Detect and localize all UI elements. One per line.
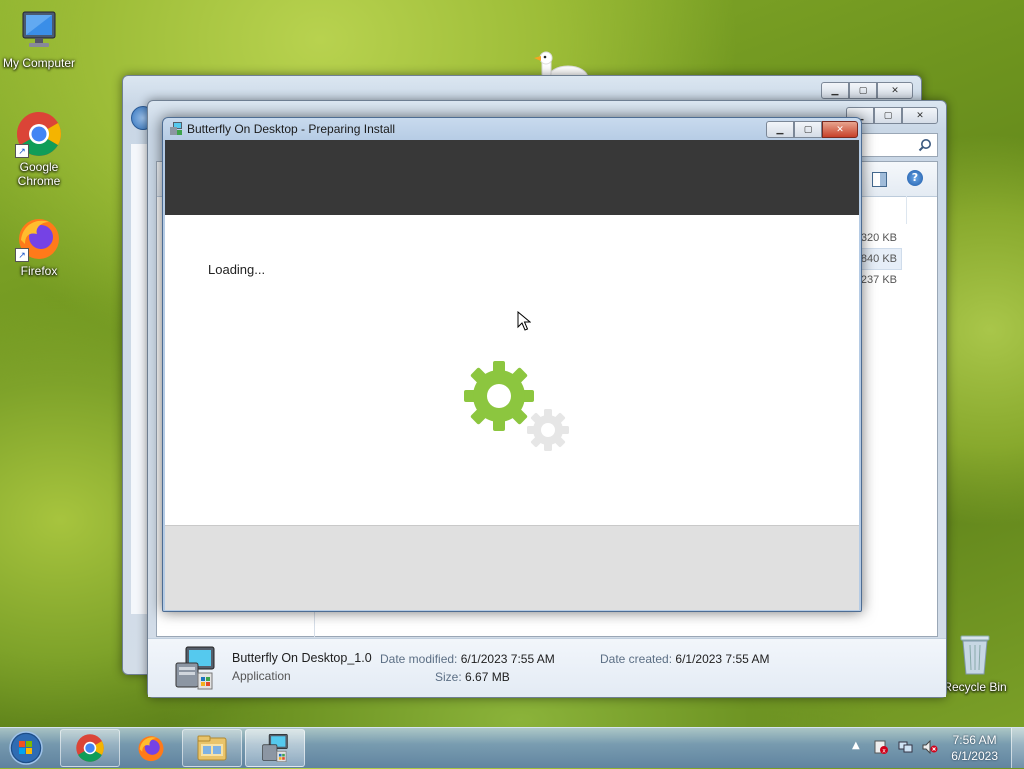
date-modified-label: Date modified: (380, 652, 458, 666)
firefox-icon: ↗ (15, 214, 63, 262)
taskbar: ▲ x 7:56 AM 6/1/2023 (0, 727, 1024, 768)
desktop-icon-firefox[interactable]: ↗ Firefox (1, 214, 77, 278)
chrome-icon (76, 734, 104, 762)
date-created-value: 6/1/2023 7:55 AM (675, 652, 770, 666)
installer-file-icon (172, 645, 218, 691)
minimize-button[interactable]: ▁ (766, 121, 794, 138)
svg-text:x: x (882, 748, 886, 755)
date-modified-value: 6/1/2023 7:55 AM (460, 652, 555, 666)
action-center-icon[interactable]: x (874, 740, 888, 755)
maximize-button[interactable]: ▢ (874, 107, 902, 124)
clock-time: 7:56 AM (952, 733, 997, 747)
installer-content: Loading... (165, 215, 859, 525)
start-button[interactable] (4, 730, 48, 766)
network-icon[interactable] (898, 740, 914, 754)
volume-muted-icon[interactable] (922, 739, 938, 755)
recycle-bin-icon (955, 632, 995, 678)
loading-gears-icon (464, 361, 569, 451)
folder-icon (197, 735, 227, 761)
date-created-label: Date created: (600, 652, 673, 666)
computer-icon (17, 8, 61, 54)
size-label: Size: (435, 670, 462, 684)
system-tray: ▲ x 7:56 AM 6/1/2023 (834, 728, 1024, 768)
show-hidden-icons-icon[interactable]: ▲ (852, 740, 860, 751)
firefox-icon (138, 736, 164, 762)
file-type: Application (232, 669, 291, 683)
maximize-button[interactable]: ▢ (794, 121, 822, 138)
clock[interactable]: 7:56 AM 6/1/2023 (951, 732, 998, 764)
close-button[interactable]: ✕ (822, 121, 858, 138)
installer-app-icon (169, 122, 183, 136)
desktop-icon-recycle-bin[interactable]: Recycle Bin (937, 632, 1013, 694)
desktop-icon-label: Firefox (20, 264, 58, 278)
installer-window[interactable]: Butterfly On Desktop - Preparing Install… (162, 117, 862, 612)
clock-date: 6/1/2023 (951, 749, 998, 763)
loading-status: Loading... (208, 262, 266, 277)
preview-pane-icon[interactable] (872, 172, 887, 187)
shortcut-arrow-icon: ↗ (15, 248, 29, 262)
mouse-cursor-icon (517, 311, 531, 331)
windows-logo-icon (9, 731, 43, 765)
installer-icon (262, 733, 288, 763)
help-icon[interactable]: ? (907, 170, 923, 186)
search-icon (918, 139, 931, 152)
installer-header-banner (165, 140, 859, 215)
file-size: 840 KB (860, 253, 897, 265)
desktop-icon-label: My Computer (2, 56, 76, 70)
taskbar-explorer-button[interactable] (182, 729, 242, 767)
file-size: 320 KB (860, 232, 897, 244)
installer-footer (165, 525, 859, 610)
show-desktop-button[interactable] (1011, 728, 1024, 768)
taskbar-installer-button[interactable] (245, 729, 305, 767)
minimize-button[interactable]: ▁ (821, 82, 849, 99)
desktop-icon-label: Google Chrome (17, 160, 61, 188)
desktop-icon-label: Recycle Bin (943, 680, 1007, 694)
chrome-icon: ↗ (15, 110, 63, 158)
size-column-divider (906, 196, 907, 224)
taskbar-firefox-button[interactable] (121, 729, 181, 767)
installer-title: Butterfly On Desktop - Preparing Install (187, 122, 396, 136)
close-button[interactable]: ✕ (877, 82, 913, 99)
taskbar-chrome-button[interactable] (60, 729, 120, 767)
maximize-button[interactable]: ▢ (849, 82, 877, 99)
close-button[interactable]: ✕ (902, 107, 938, 124)
details-pane: Butterfly On Desktop_1.0 Application Dat… (148, 638, 946, 697)
desktop-icon-my-computer[interactable]: My Computer (1, 8, 77, 70)
desktop-icon-google-chrome[interactable]: ↗ Google Chrome (1, 110, 77, 188)
file-size: 237 KB (860, 274, 897, 286)
shortcut-arrow-icon: ↗ (15, 144, 29, 158)
file-name: Butterfly On Desktop_1.0 (232, 651, 372, 665)
size-value: 6.67 MB (465, 670, 510, 684)
